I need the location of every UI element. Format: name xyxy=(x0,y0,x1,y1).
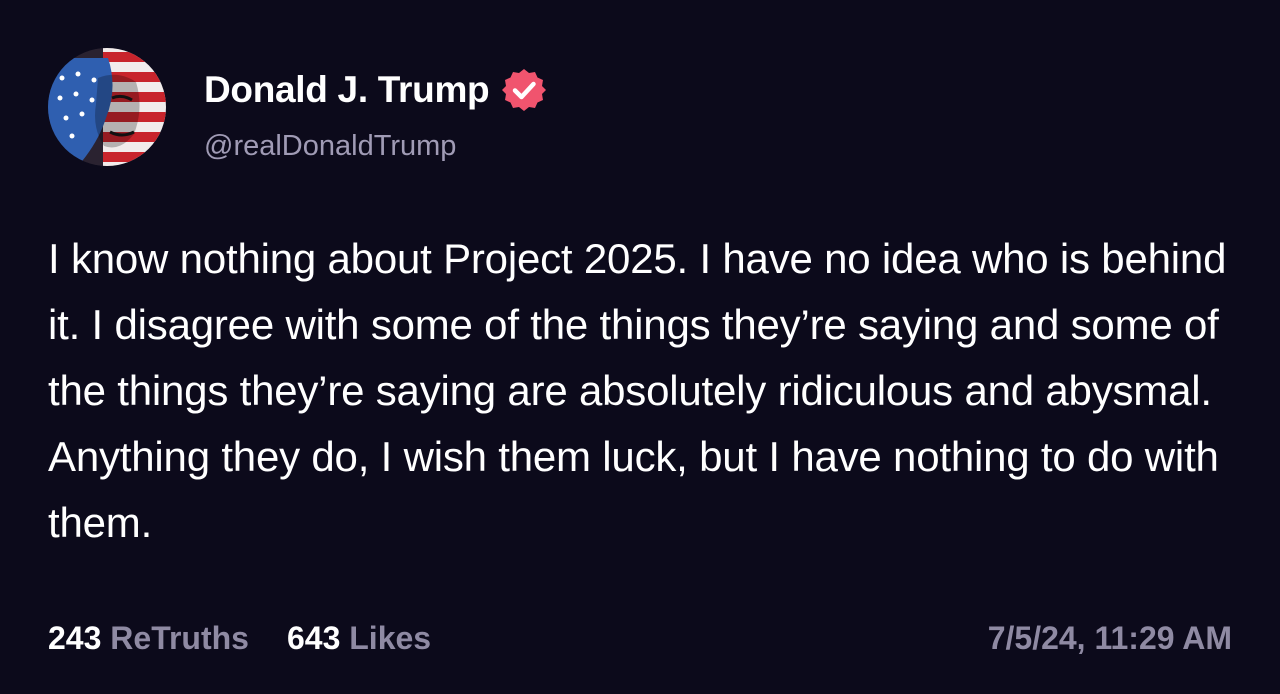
avatar[interactable] xyxy=(48,48,166,166)
post-footer: 243 ReTruths 643 Likes 7/5/24, 11:29 AM xyxy=(48,614,1232,662)
likes-stat[interactable]: 643 Likes xyxy=(287,620,431,657)
post-text: I know nothing about Project 2025. I hav… xyxy=(48,235,1227,546)
author-display-name[interactable]: Donald J. Trump xyxy=(204,69,490,111)
retruths-label: ReTruths xyxy=(110,619,249,656)
truth-post: Donald J. Trump @realDonaldTrump I know … xyxy=(0,0,1280,694)
avatar-image xyxy=(48,48,166,166)
retruths-stat[interactable]: 243 ReTruths xyxy=(48,620,249,657)
retruths-count: 243 xyxy=(48,619,102,656)
likes-count: 643 xyxy=(286,619,341,656)
post-timestamp: 7/5/24, 11:29 AM xyxy=(987,619,1232,656)
likes-label: Likes xyxy=(349,619,432,656)
verified-badge-icon xyxy=(501,67,547,113)
author-name-row: Donald J. Trump xyxy=(204,66,547,114)
author-handle[interactable]: @realDonaldTrump xyxy=(204,130,456,163)
